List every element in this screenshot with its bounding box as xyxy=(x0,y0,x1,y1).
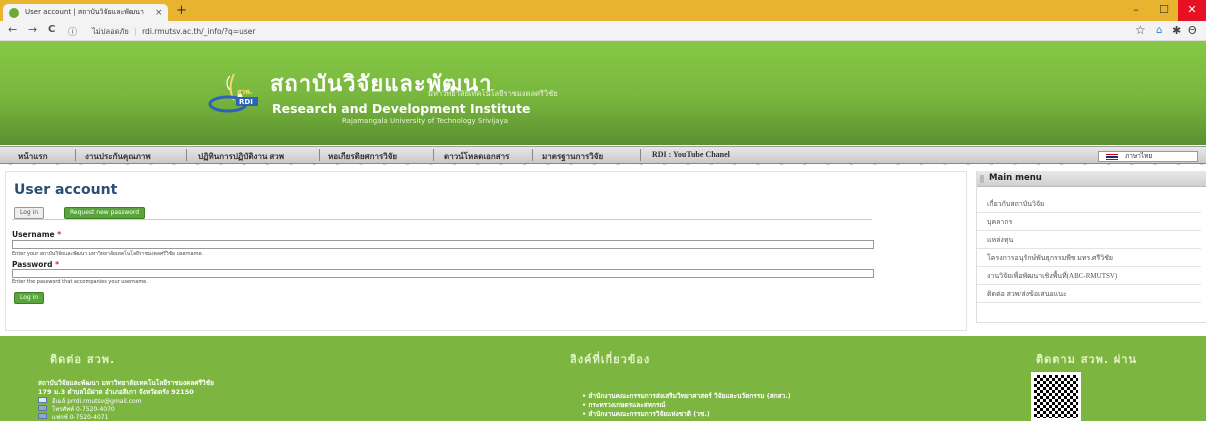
fax-icon xyxy=(38,413,47,419)
qr-code-icon[interactable] xyxy=(1031,372,1081,421)
footer-links-heading: ลิงค์ที่เกี่ยวข้อง xyxy=(570,353,651,366)
nav-divider xyxy=(640,149,641,161)
url-field[interactable]: ไม่ปลอดภัย | rdi.rmutsv.ac.th/_info/?q=u… xyxy=(92,26,255,38)
footer-fax: แฟกซ์ 0-7520-4071 xyxy=(52,414,109,421)
nav-divider xyxy=(433,149,434,161)
page: User account | สถาบันวิจัยและพัฒนา × + –… xyxy=(0,0,1206,421)
required-marker: * xyxy=(55,260,59,269)
account-icon[interactable]: Θ xyxy=(1188,24,1197,37)
nav-item-research-hall-of-fame[interactable]: หอเกียรติยศการวิจัย xyxy=(328,150,397,163)
site-title-english[interactable]: Research and Development Institute xyxy=(272,101,531,116)
svg-text:RDI: RDI xyxy=(239,98,253,106)
password-label: Password * xyxy=(12,260,59,269)
browser-tab[interactable]: User account | สถาบันวิจัยและพัฒนา × xyxy=(3,4,168,21)
maximize-icon[interactable]: ☐ xyxy=(1150,0,1178,21)
language-label: ภาษาไทย xyxy=(1125,152,1153,160)
new-tab-icon[interactable]: + xyxy=(176,3,187,18)
info-icon[interactable]: ⓘ xyxy=(68,25,77,38)
sidebar-item-about[interactable]: เกี่ยวกับสถาบันวิจัย xyxy=(977,195,1201,213)
site-subtitle-english: Rajamangala University of Technology Sri… xyxy=(342,117,508,125)
extension-icon[interactable]: ⌂ xyxy=(1156,25,1162,36)
tab-log-in[interactable]: Log in xyxy=(14,207,45,219)
main-menu-heading: Main menu xyxy=(977,171,1206,187)
nav-divider xyxy=(75,149,76,161)
nav-item-quality-assurance[interactable]: งานประกันคุณภาพ xyxy=(85,150,151,163)
footer-link[interactable]: • สำนักงานคณะกรรมการวิจัยแห่งชาติ (วช.) xyxy=(582,409,710,419)
favicon-icon xyxy=(9,7,19,18)
star-icon[interactable]: ☆ xyxy=(1135,23,1146,37)
window-controls: – ☐ ✕ xyxy=(1122,0,1206,21)
address-bar: ← → C ⓘ ไม่ปลอดภัย | rdi.rmutsv.ac.th/_i… xyxy=(0,21,1206,41)
login-button[interactable]: Log in xyxy=(14,292,45,304)
nav-item-research-standards[interactable]: มาตรฐานการวิจัย xyxy=(542,150,603,163)
browser-tab-bar: User account | สถาบันวิจัยและพัฒนา × + –… xyxy=(0,0,1206,21)
tab-title: User account | สถาบันวิจัยและพัฒนา xyxy=(25,8,144,16)
password-field[interactable] xyxy=(12,269,874,278)
email-icon xyxy=(38,397,47,403)
svg-text:สวพ.: สวพ. xyxy=(237,88,252,96)
language-selector[interactable]: ภาษาไทย xyxy=(1098,151,1198,162)
forward-icon[interactable]: → xyxy=(28,23,37,36)
url-text: rdi.rmutsv.ac.th/_info/?q=user xyxy=(142,27,256,36)
menu-bullet-icon xyxy=(980,175,984,183)
nav-item-youtube-channel[interactable]: RDI : YouTube Chanel xyxy=(652,150,730,159)
phone-icon xyxy=(38,405,47,411)
main-menu-block: Main menu เกี่ยวกับสถาบันวิจัย บุคลากร แ… xyxy=(976,171,1206,323)
tabs-divider xyxy=(12,219,872,220)
nav-item-downloads[interactable]: ดาวน์โหลดเอกสาร xyxy=(444,150,509,163)
username-description: Enter your สถาบันวิจัยและพัฒนา มหาวิทยาล… xyxy=(12,251,204,257)
back-icon[interactable]: ← xyxy=(8,23,17,36)
close-tab-icon[interactable]: × xyxy=(155,8,163,18)
nav-divider xyxy=(532,149,533,161)
username-field[interactable] xyxy=(12,240,874,249)
close-window-icon[interactable]: ✕ xyxy=(1178,0,1206,21)
footer-follow-heading: ติดตาม สวพ. ผ่าน xyxy=(1036,353,1137,366)
sidebar-item-contact[interactable]: ติดต่อ สวพ/ส่งข้อเสนอแนะ xyxy=(977,285,1201,303)
sidebar-item-personnel[interactable]: บุคลากร xyxy=(977,213,1201,231)
sidebar-item-plant-conservation[interactable]: โครงการอนุรักษ์พันธุกรรมพืช มทร.ศรีวิชัย xyxy=(977,249,1201,267)
username-label: Username * xyxy=(12,230,62,239)
main-navigation: หน้าแรก งานประกันคุณภาพ ปฏิทินการปฏิบัติ… xyxy=(0,146,1206,164)
security-label: ไม่ปลอดภัย xyxy=(92,27,129,36)
required-marker: * xyxy=(57,230,62,239)
site-subtitle-thai: มหาวิทยาลัยเทคโนโลยีราชมงคลศรีวิชัย xyxy=(428,89,558,98)
thai-flag-icon xyxy=(1106,154,1118,160)
nav-divider xyxy=(319,149,320,161)
password-description: Enter the password that accompanies your… xyxy=(12,279,148,285)
sidebar-item-area-research[interactable]: งานวิจัยเพื่อพัฒนาเชิงพื้นที่(ABC-RMUTSV… xyxy=(977,267,1201,285)
site-banner xyxy=(0,41,1206,187)
page-title: User account xyxy=(14,182,118,198)
rdi-logo-icon[interactable]: สวพ. RDI xyxy=(204,70,266,118)
nav-item-home[interactable]: หน้าแรก xyxy=(18,150,48,163)
nav-item-calendar[interactable]: ปฏิทินการปฏิบัติงาน สวพ xyxy=(198,150,284,163)
reload-icon[interactable]: C xyxy=(48,24,55,35)
sidebar-item-funding[interactable]: แหล่งทุน xyxy=(977,231,1201,249)
extensions-icon[interactable]: ✱ xyxy=(1172,24,1181,37)
tab-request-new-password[interactable]: Request new password xyxy=(64,207,146,219)
footer-contact-heading: ติดต่อ สวพ. xyxy=(50,353,116,366)
nav-divider xyxy=(186,149,187,161)
minimize-icon[interactable]: – xyxy=(1122,0,1150,21)
